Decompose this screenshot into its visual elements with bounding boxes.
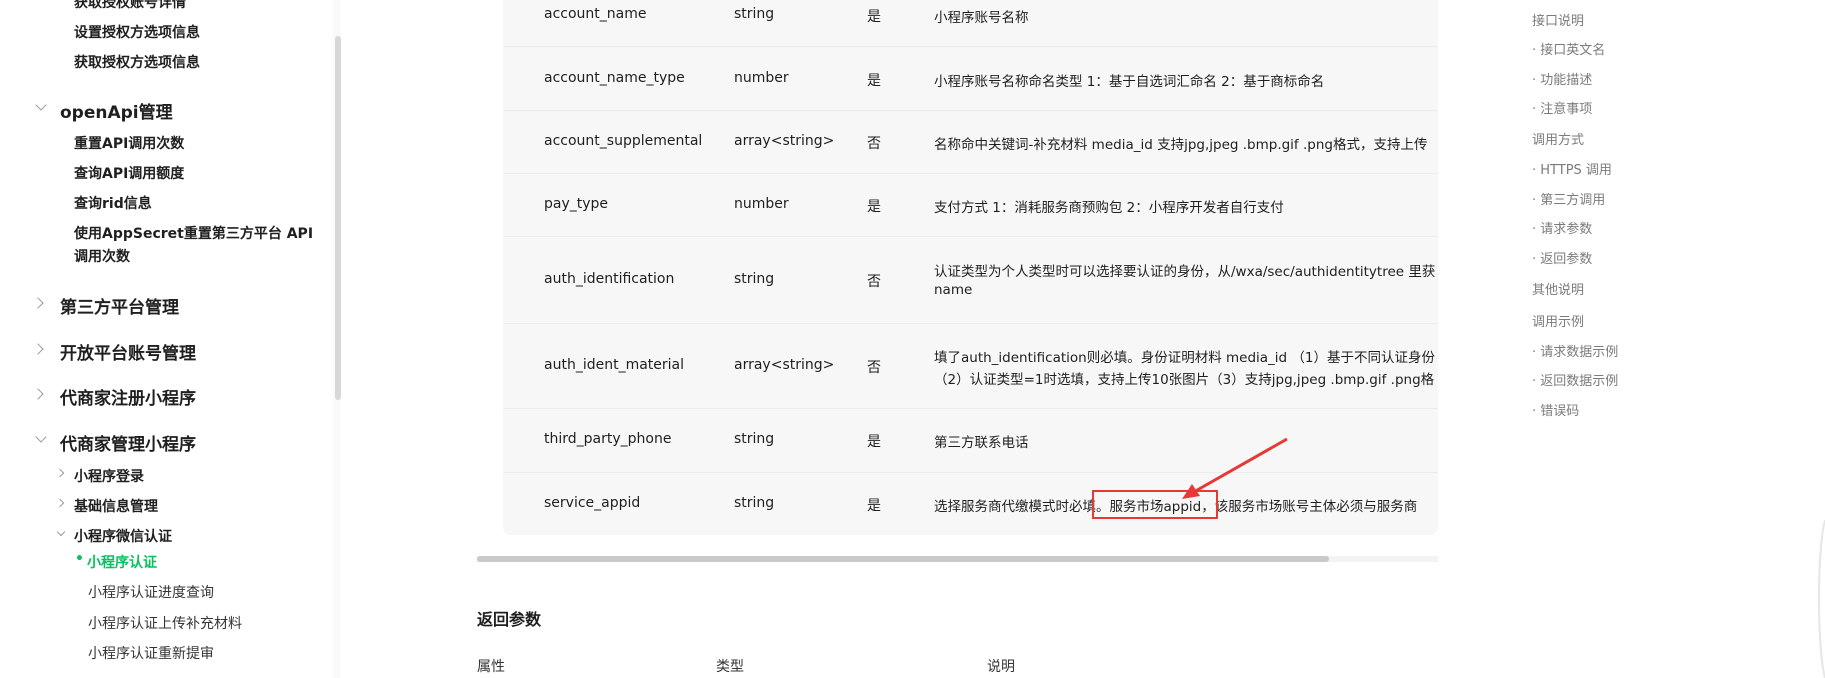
param-type: array<string> [734,133,835,149]
sidebar-item-query-rid[interactable]: 查询rid信息 [74,193,152,213]
toc-item[interactable]: · 返回数据示例 [1532,370,1618,389]
toc-item[interactable]: 接口说明 [1532,10,1584,29]
param-desc: 小程序账号名称命名类型 1：基于自选词汇命名 2：基于商标命名 [934,74,1325,90]
toc-item[interactable]: 调用示例 [1532,311,1584,330]
sidebar-group-register-miniprogram[interactable]: 代商家注册小程序 [60,384,196,409]
param-name: auth_ident_material [544,357,684,373]
edge-shadow-icon [1818,520,1825,678]
sidebar-item-reset-api-quota[interactable]: 重置API调用次数 [74,133,184,153]
param-name: account_name_type [544,70,685,86]
sidebar-group-third-party[interactable]: 第三方平台管理 [60,293,179,318]
sidebar-item-query-api-quota[interactable]: 查询API调用额度 [74,163,184,183]
sidebar-group-manage-miniprogram[interactable]: 代商家管理小程序 [60,430,196,455]
chevron-right-icon[interactable] [55,498,65,508]
param-required: 否 [867,274,881,290]
toc-item[interactable]: · 功能描述 [1532,69,1592,88]
sidebar-item-wechat-auth[interactable]: 小程序微信认证 [74,526,172,546]
param-required: 是 [867,199,881,215]
param-required: 是 [867,9,881,25]
row-divider [503,236,1438,237]
param-type: array<string> [734,357,835,373]
toc-item[interactable]: · 第三方调用 [1532,189,1605,208]
param-required: 否 [867,136,881,152]
param-name: auth_identification [544,271,675,287]
row-divider [503,46,1438,47]
param-type: number [734,70,789,86]
param-desc: 小程序账号名称 [934,10,1029,26]
sidebar-group-open-account[interactable]: 开放平台账号管理 [60,339,196,364]
sidebar-group-openapi[interactable]: openApi管理 [60,98,173,123]
toc-item[interactable]: 调用方式 [1532,129,1584,148]
sidebar-item-login[interactable]: 小程序登录 [74,466,144,486]
row-divider [503,408,1438,409]
chevron-right-icon[interactable] [32,297,44,309]
chevron-down-icon[interactable] [56,527,66,537]
param-required: 是 [867,73,881,89]
toc-item[interactable]: · 注意事项 [1532,98,1592,117]
param-name: account_supplemental [544,133,703,149]
annotation-arrow-icon [1182,437,1288,499]
param-type: string [734,495,775,511]
return-col-attribute: 属性 [477,659,505,675]
param-type: number [734,196,789,212]
row-divider [503,323,1438,324]
chevron-down-icon[interactable] [35,99,47,111]
param-name: service_appid [544,495,641,511]
sidebar-item-miniprogram-auth[interactable]: 小程序认证 [87,552,157,572]
return-col-desc: 说明 [987,659,1015,675]
param-required: 否 [867,360,881,376]
sidebar-item-auth-progress[interactable]: 小程序认证进度查询 [88,582,214,602]
chevron-right-icon[interactable] [32,343,44,355]
param-name: third_party_phone [544,431,672,447]
param-desc: 认证类型为个人类型时可以选择要认证的身份，从/wxa/sec/authident… [934,264,1436,280]
table-hscrollbar-thumb[interactable] [477,556,1329,562]
sidebar-item-basic-info[interactable]: 基础信息管理 [74,496,158,516]
sidebar-item-appsecret-reset[interactable]: 使用AppSecret重置第三方平台 API [74,223,313,243]
sidebar-scrollbar-thumb[interactable] [335,36,341,400]
param-required: 是 [867,434,881,450]
return-params-title: 返回参数 [477,610,542,629]
sidebar-item-auth-upload[interactable]: 小程序认证上传补充材料 [88,613,242,633]
toc-item[interactable]: · HTTPS 调用 [1532,159,1612,178]
param-type: string [734,431,775,447]
return-col-type: 类型 [716,659,744,675]
chevron-right-icon[interactable] [55,468,65,478]
chevron-right-icon[interactable] [32,388,44,400]
row-divider [503,173,1438,174]
toc-item[interactable]: 其他说明 [1532,279,1584,298]
param-desc-cont: name [934,282,973,298]
param-desc: 支付方式 1：消耗服务商预购包 2：小程序开发者自行支付 [934,200,1284,216]
sidebar-item-set-authorizer-option[interactable]: 设置授权方选项信息 [74,22,200,42]
table-of-contents: 接口说明 · 接口英文名 · 功能描述 · 注意事项 调用方式 · HTTPS … [1532,0,1792,678]
sidebar-item-auth-resubmit[interactable]: 小程序认证重新提审 [88,643,214,663]
param-type: string [734,271,775,287]
toc-item[interactable]: · 返回参数 [1532,248,1592,267]
row-divider [503,110,1438,111]
sidebar-nav: 获取授权账号详情 设置授权方选项信息 获取授权方选项信息 openApi管理 重… [0,0,333,678]
sidebar-item-authorizer-info[interactable]: 获取授权账号详情 [74,0,186,12]
param-desc: 名称命中关键词-补充材料 media_id 支持jpg,jpeg .bmp.gi… [934,137,1428,153]
chevron-down-icon[interactable] [35,431,47,443]
sidebar-item-get-authorizer-option[interactable]: 获取授权方选项信息 [74,52,200,72]
param-desc: 填了auth_identification则必填。身份证明材料 media_id… [934,350,1436,366]
sidebar-item-appsecret-reset-cont[interactable]: 调用次数 [74,246,130,266]
param-desc: 第三方联系电话 [934,435,1029,451]
toc-item[interactable]: · 接口英文名 [1532,39,1605,58]
param-type: string [734,6,775,22]
param-required: 是 [867,498,881,514]
toc-item[interactable]: · 请求参数 [1532,218,1592,237]
param-name: account_name [544,6,647,22]
param-name: pay_type [544,196,609,212]
active-dot-icon: • [75,551,84,567]
param-desc-cont: （2）认证类型=1时选填，支持上传10张图片（3）支持jpg,jpeg .bmp… [934,372,1435,388]
toc-item[interactable]: · 请求数据示例 [1532,341,1618,360]
toc-item[interactable]: · 错误码 [1532,400,1579,419]
